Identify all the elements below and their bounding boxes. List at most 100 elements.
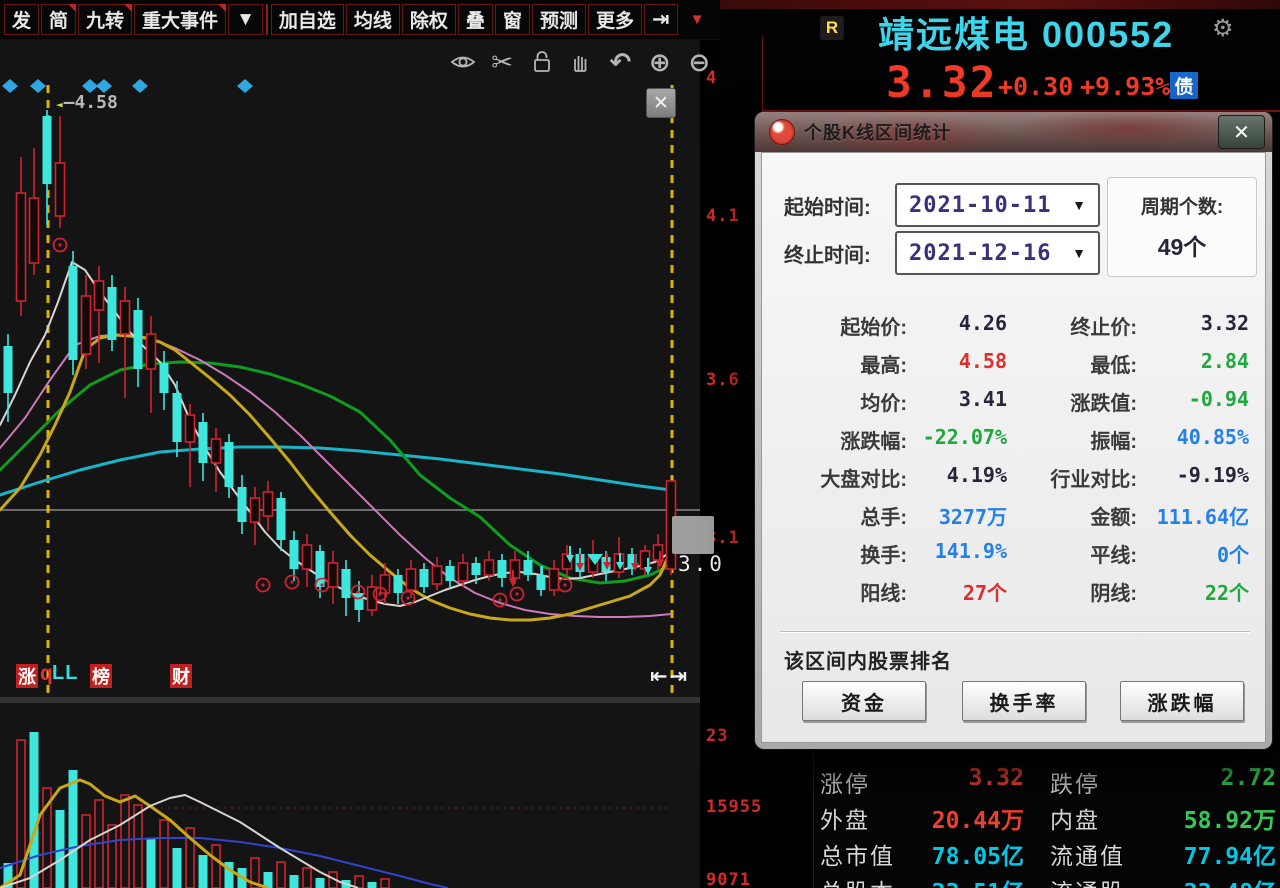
candle-down — [199, 422, 208, 463]
undo-icon[interactable]: ↶ — [606, 46, 635, 78]
app-logo-icon — [769, 119, 795, 145]
menu-item-4[interactable]: ▼ — [228, 4, 263, 35]
menu-item-7[interactable]: 除权 — [402, 4, 456, 35]
selection-close-button[interactable]: ✕ — [646, 88, 676, 118]
candle-down — [238, 487, 247, 522]
stat-value: 4.19% — [912, 463, 1007, 487]
menu-item-2[interactable]: 九转 — [78, 4, 132, 35]
signal-dot — [563, 583, 566, 586]
chart-badge-榜[interactable]: 榜 — [90, 664, 112, 688]
stats-row: 换手:141.9%平线:0个 — [762, 539, 1265, 577]
quote-label: 流通值 — [1050, 837, 1125, 871]
candle-up — [511, 560, 520, 578]
candle-up — [407, 569, 416, 590]
menu-item-0[interactable]: 发 — [4, 4, 39, 35]
stat-label: 总手: — [777, 501, 907, 530]
start-date-label: 起始时间: — [784, 191, 871, 220]
chart-badge-财[interactable]: 财 — [170, 664, 192, 688]
stat-label: 阴线: — [1007, 577, 1137, 606]
quote-label: 内盘 — [1050, 801, 1100, 835]
zoom-out-icon[interactable]: ⊖ — [685, 46, 714, 78]
signal-dot — [356, 590, 359, 593]
menu-item-8[interactable]: 叠 — [458, 4, 493, 35]
candle-down — [498, 560, 507, 578]
lock-icon[interactable] — [527, 46, 556, 78]
gear-icon[interactable]: ⚙ — [1212, 14, 1234, 43]
convertible-bond-badge[interactable]: 债 — [1170, 72, 1198, 99]
stat-label: 平线: — [1007, 539, 1137, 568]
volume-bar — [134, 805, 142, 888]
scroll-arrows[interactable]: ⇤⇥ — [650, 664, 689, 689]
stat-value: 40.85% — [1137, 425, 1249, 449]
candle-down — [342, 569, 351, 598]
axis-label-3.6: 3.6 — [706, 370, 740, 390]
ranking-button-3[interactable]: 涨跌幅 — [1120, 681, 1244, 721]
kline-chart[interactable] — [0, 40, 700, 888]
volume-bar — [30, 732, 39, 888]
candle-up — [30, 198, 39, 263]
candle-up — [459, 563, 468, 581]
menu-caret-icon[interactable]: ▼ — [683, 4, 712, 35]
candle-up — [121, 301, 130, 334]
high-price-annotation: ◄—4.58 — [56, 92, 118, 113]
stats-row: 涨跌幅:-22.07%振幅:40.85% — [762, 425, 1265, 463]
kline-statistics-dialog: 个股K线区间统计 ✕ 起始时间: 2021-10-11 ▼ 终止时间: 2021… — [755, 112, 1272, 749]
scissors-icon[interactable]: ✂ — [487, 46, 516, 78]
chart-badge-涨[interactable]: 涨 — [16, 664, 38, 688]
chart-badges-row: 涨qLL 榜 财 — [0, 660, 700, 696]
volume-bar — [368, 882, 377, 888]
volume-bar — [82, 815, 90, 888]
dialog-titlebar[interactable]: 个股K线区间统计 ✕ — [755, 112, 1272, 152]
candle-down — [290, 540, 299, 569]
candle-down — [225, 442, 234, 487]
hand-icon[interactable] — [566, 46, 595, 78]
candle-up — [550, 569, 559, 590]
start-date-dropdown[interactable]: 2021-10-11 ▼ — [895, 183, 1100, 227]
new-mark-icon — [68, 4, 76, 12]
volume-bar — [290, 875, 299, 888]
menu-item-3[interactable]: 重大事件 — [134, 4, 226, 35]
margin-trading-badge: R — [820, 16, 844, 40]
candle-down — [173, 393, 182, 442]
ranking-button-2[interactable]: 换手率 — [962, 681, 1086, 721]
end-date-dropdown[interactable]: 2021-12-16 ▼ — [895, 231, 1100, 275]
menu-item-6[interactable]: 均线 — [346, 4, 400, 35]
quote-row: 总市值78.05亿流通值77.94亿 — [814, 837, 1280, 869]
volume-bar — [381, 879, 389, 888]
stat-label: 金额: — [1007, 501, 1137, 530]
chart-badge-LL[interactable]: LL — [52, 662, 78, 685]
stat-label: 最低: — [1007, 349, 1137, 378]
price-tag-value: 3.0 — [678, 552, 725, 576]
ranking-button-1[interactable]: 资金 — [802, 681, 926, 721]
chart-badge-q[interactable]: q — [40, 662, 53, 686]
annotation-arrow-icon: ◄ — [56, 98, 63, 111]
quote-value: 77.94亿 — [1136, 837, 1276, 871]
stat-label: 最高: — [777, 349, 907, 378]
menu-item-5[interactable]: 加自选 — [271, 4, 344, 35]
quote-row: 总股本23.51亿流通股23.48亿 — [814, 873, 1280, 888]
header-divider-vertical — [762, 36, 763, 112]
menu-item-1[interactable]: 简 — [41, 4, 76, 35]
eye-icon[interactable] — [448, 46, 477, 78]
price-tag-box — [672, 516, 714, 554]
candle-up — [17, 193, 26, 301]
dialog-body: 起始时间: 2021-10-11 ▼ 终止时间: 2021-12-16 ▼ 周期… — [761, 152, 1266, 743]
menu-item-9[interactable]: 窗 — [495, 4, 530, 35]
signal-dot — [290, 580, 293, 583]
menu-pin-icon[interactable]: ⇥ — [644, 4, 678, 35]
candle-down — [4, 346, 13, 393]
stock-name-title: 靖远煤电 000552 — [878, 6, 1208, 58]
stat-value: 3277万 — [912, 501, 1007, 530]
candle-up — [303, 545, 312, 569]
menu-item-10[interactable]: 预测 — [532, 4, 586, 35]
candle-up — [264, 492, 273, 516]
candle-up — [329, 563, 338, 587]
dialog-close-button[interactable]: ✕ — [1218, 115, 1265, 149]
menu-bar: 发简九转重大事件▼加自选均线除权叠窗预测更多⇥▼ — [0, 0, 720, 40]
candle-up — [212, 439, 221, 463]
candle-up — [654, 545, 663, 560]
menu-item-11[interactable]: 更多 — [588, 4, 642, 35]
axis-label-15955: 15955 — [706, 797, 762, 817]
volume-bar — [212, 845, 220, 888]
zoom-in-icon[interactable]: ⊕ — [645, 46, 674, 78]
